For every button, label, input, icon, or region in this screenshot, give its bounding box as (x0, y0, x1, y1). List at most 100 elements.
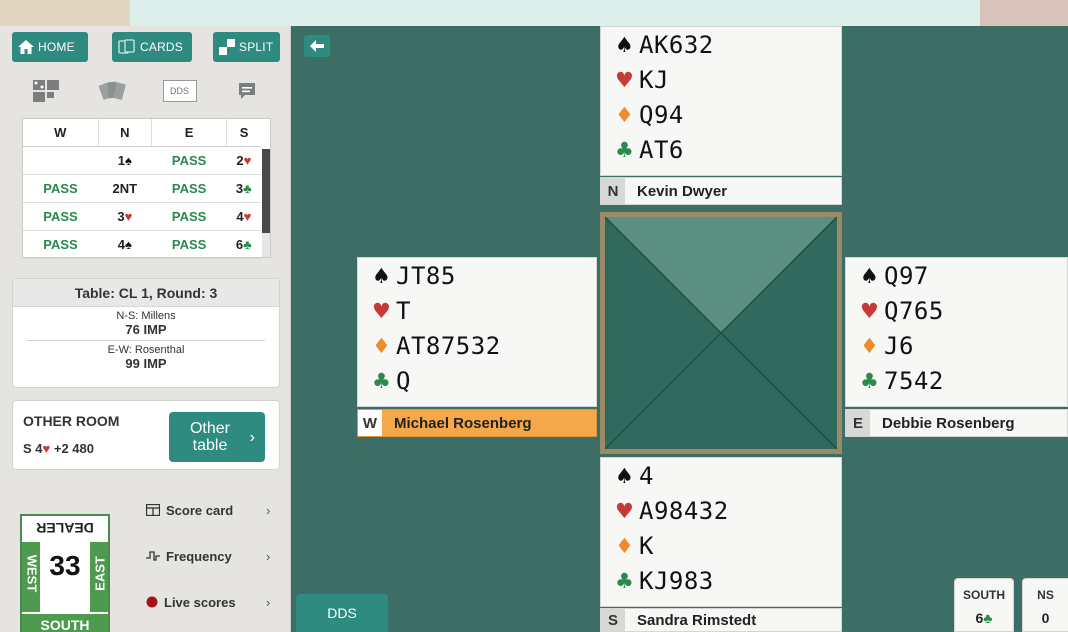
cards-button[interactable]: CARDS (112, 32, 192, 62)
auction-bid: 6♣ (226, 230, 261, 259)
east-label: EAST (92, 556, 108, 591)
dealer-label: DEALER (22, 516, 108, 540)
auction-table: W N E S 1♠ PASS 2♥ PASS 2NT PASS 3♣ PASS… (22, 118, 271, 259)
diamond-icon: ♦ (860, 333, 880, 358)
top-strip (0, 0, 1068, 26)
auction-bid: 2NT (98, 174, 152, 203)
chevron-right-icon: › (266, 548, 271, 564)
split-icon (219, 39, 235, 55)
auction-header-e: E (151, 119, 228, 147)
east-hand: ♠ Q97 ♥ Q765 ♦ J6 ♣ 7542 (845, 257, 1068, 407)
tab-bidding[interactable] (12, 74, 79, 108)
other-room-label: OTHER ROOM (23, 413, 120, 429)
table-grid-icon (146, 504, 160, 516)
live-dot-icon (146, 596, 158, 608)
pulse-icon (146, 551, 160, 561)
auction-header-n: N (98, 119, 153, 147)
west-label: WEST (24, 554, 40, 593)
auction-header-w: W (23, 119, 99, 147)
east-spades[interactable]: ♠ Q97 (846, 258, 1067, 293)
west-hearts[interactable]: ♥ T (358, 293, 596, 328)
ns-team: N-S: Millens (116, 310, 176, 322)
south-player: S Sandra Rimstedt (600, 608, 842, 632)
home-icon (18, 40, 34, 54)
spade-icon: ♠ (372, 263, 392, 288)
auction-bid: PASS (23, 202, 99, 231)
ew-team: E-W: Rosenthal (107, 344, 185, 356)
score-card-link[interactable]: Score card › (146, 500, 270, 520)
split-button[interactable]: SPLIT (213, 32, 280, 62)
club-icon: ♣ (615, 137, 635, 162)
diamond-icon: ♦ (372, 333, 392, 358)
club-icon: ♣ (983, 610, 993, 626)
tab-cards[interactable] (79, 74, 146, 108)
south-hearts[interactable]: ♥ A98432 (601, 493, 841, 528)
dds-button[interactable]: DDS (296, 594, 388, 632)
north-hearts[interactable]: ♥ KJ (601, 62, 841, 97)
east-hearts[interactable]: ♥ Q765 (846, 293, 1067, 328)
table-felt-graphic (605, 217, 837, 449)
auction-scrollbar[interactable] (262, 149, 270, 257)
west-clubs[interactable]: ♣ Q (358, 363, 596, 398)
club-icon: ♣ (615, 568, 635, 593)
sidebar-tabs: DDS (12, 74, 280, 108)
auction-row: PASS 4♠ PASS 6♣ (23, 230, 261, 259)
auction-bid: 4♠ (98, 230, 152, 259)
home-button[interactable]: HOME (12, 32, 88, 62)
north-spades[interactable]: ♠ AK632 (601, 27, 841, 62)
south-spades[interactable]: ♠ 4 (601, 458, 841, 493)
west-hand: ♠ JT85 ♥ T ♦ AT87532 ♣ Q (357, 257, 597, 407)
live-scores-link[interactable]: Live scores › (146, 592, 270, 612)
heart-icon: ♥ (372, 298, 392, 323)
spade-icon: ♠ (860, 263, 880, 288)
tab-chat[interactable] (213, 74, 280, 108)
club-icon: ♣ (372, 368, 392, 393)
west-diamonds[interactable]: ♦ AT87532 (358, 328, 596, 363)
fanned-cards-icon (98, 81, 126, 101)
auction-row: 1♠ PASS 2♥ (23, 146, 261, 175)
seat-badge: W (358, 410, 382, 436)
sidebar: HOME CARDS SPLIT DDS W N E S 1♠ PASS 2♥ … (0, 26, 291, 632)
north-diamonds[interactable]: ♦ Q94 (601, 97, 841, 132)
auction-bid: 4♥ (226, 202, 261, 231)
north-hand: ♠ AK632 ♥ KJ ♦ Q94 ♣ AT6 (600, 26, 842, 176)
south-clubs[interactable]: ♣ KJ983 (601, 563, 841, 598)
east-clubs[interactable]: ♣ 7542 (846, 363, 1067, 398)
north-clubs[interactable]: ♣ AT6 (601, 132, 841, 167)
west-spades[interactable]: ♠ JT85 (358, 258, 596, 293)
table-info-title: Table: CL 1, Round: 3 (13, 279, 279, 307)
frequency-link[interactable]: Frequency › (146, 546, 270, 566)
tab-dds[interactable]: DDS (146, 74, 213, 108)
other-room-result: S 4♥ +2 480 (23, 441, 94, 456)
chevron-right-icon: › (266, 502, 271, 518)
other-table-button[interactable]: Other table › (169, 412, 265, 462)
seat-badge: E (846, 410, 870, 436)
north-player: N Kevin Dwyer (600, 177, 842, 205)
auction-bid: 1♠ (98, 146, 152, 175)
auction-bid: PASS (151, 146, 227, 175)
south-diamonds[interactable]: ♦ K (601, 528, 841, 563)
east-diamonds[interactable]: ♦ J6 (846, 328, 1067, 363)
board-dealer-card: DEALER WEST EAST 33 SOUTH (20, 514, 110, 632)
table-center (600, 212, 842, 454)
score-box-ns: NS 0 (1022, 578, 1068, 632)
bidding-boxes-icon (32, 80, 59, 102)
auction-bid: 3♥ (98, 202, 152, 231)
heart-icon: ♥ (615, 498, 635, 523)
diamond-icon: ♦ (615, 533, 635, 558)
auction-bid: 2♥ (226, 146, 261, 175)
auction-bid: PASS (23, 230, 99, 259)
arrow-left-icon (310, 40, 324, 52)
board-number: 33 (49, 550, 81, 581)
auction-row: PASS 3♥ PASS 4♥ (23, 202, 261, 231)
diamond-icon: ♦ (615, 102, 635, 127)
south-hand: ♠ 4 ♥ A98432 ♦ K ♣ KJ983 (600, 457, 842, 607)
dds-tab-icon: DDS (162, 80, 197, 102)
spade-icon: ♠ (615, 32, 635, 57)
back-button[interactable] (304, 35, 330, 57)
auction-bid: PASS (23, 174, 99, 203)
heart-icon: ♥ (615, 67, 635, 92)
heart-icon: ♥ (860, 298, 880, 323)
auction-bid: 3♣ (226, 174, 261, 203)
table-info-panel: Table: CL 1, Round: 3 N-S: Millens 76 IM… (12, 278, 280, 388)
